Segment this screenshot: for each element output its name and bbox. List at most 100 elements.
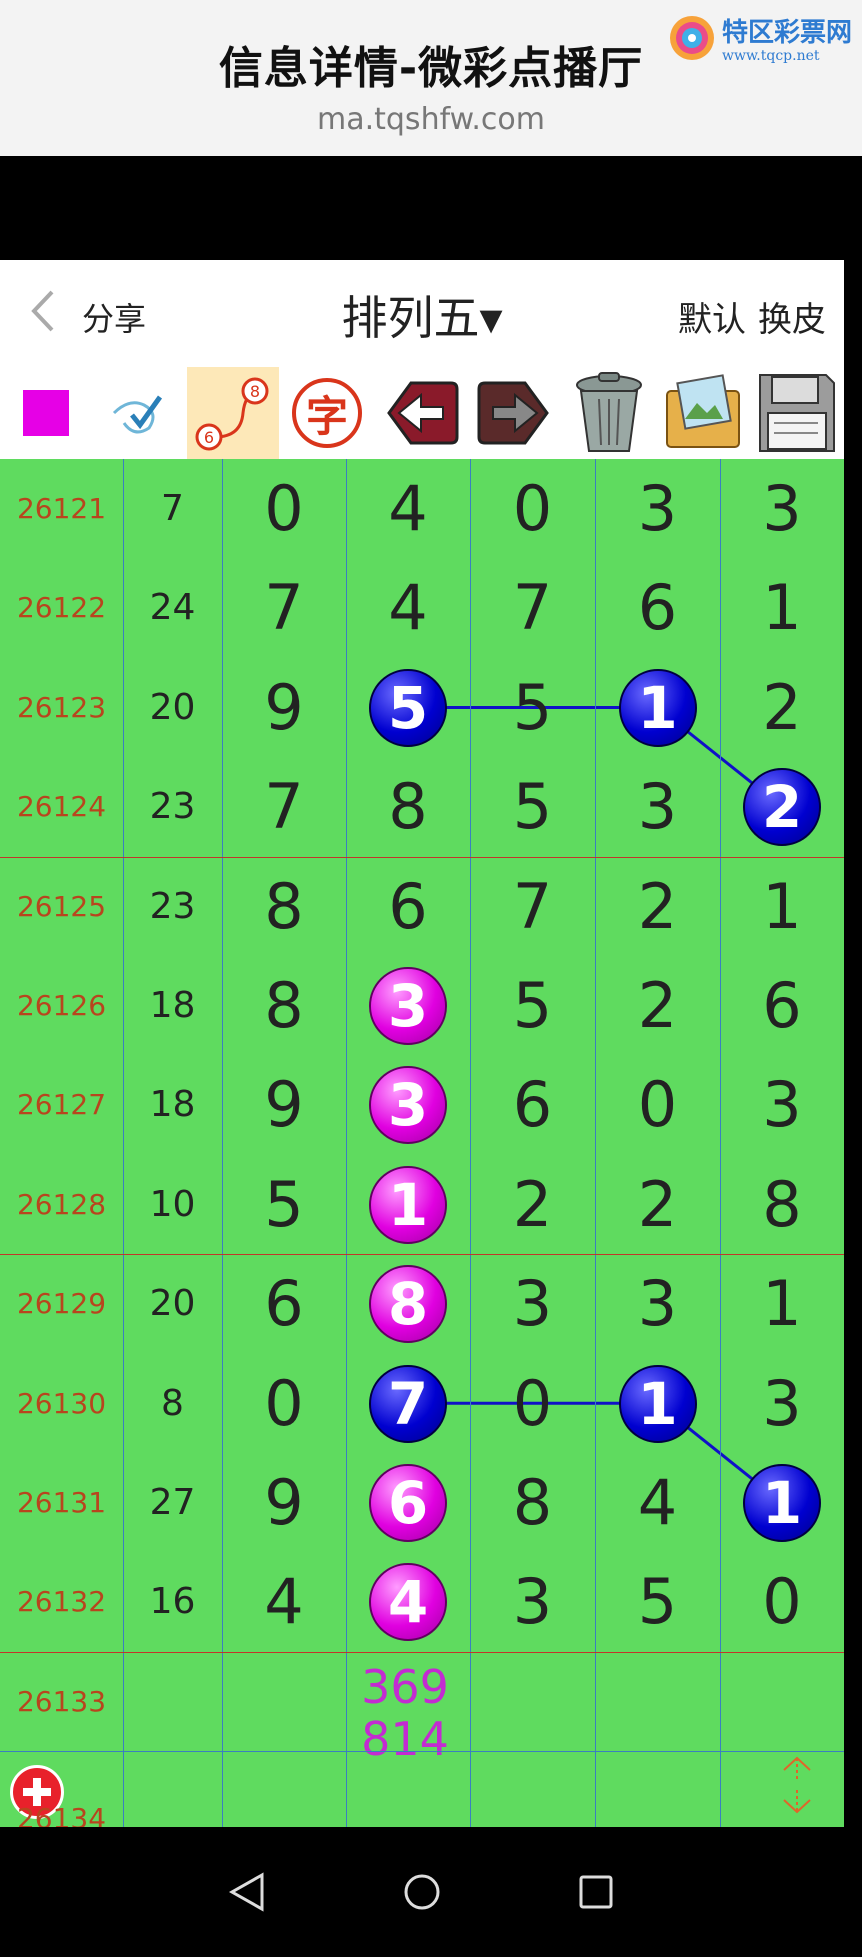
digit-cell[interactable]: 8 bbox=[470, 1453, 595, 1552]
digit-cell[interactable]: 3 bbox=[720, 1354, 844, 1453]
digit-cell[interactable] bbox=[346, 1652, 470, 1751]
digit-cell[interactable]: 0 bbox=[222, 459, 346, 558]
default-button[interactable]: 默认 bbox=[678, 300, 746, 340]
digit-cell[interactable]: 8 bbox=[720, 1155, 844, 1254]
digit-cell[interactable]: 6 bbox=[720, 956, 844, 1055]
digit-cell[interactable]: 0 bbox=[470, 459, 595, 558]
digit-cell[interactable]: 2 bbox=[720, 658, 844, 757]
trash-button[interactable] bbox=[563, 367, 655, 459]
digit-text: 4 bbox=[264, 1565, 304, 1638]
digit-cell[interactable]: 1 bbox=[720, 1254, 844, 1353]
digit-cell[interactable]: 6 bbox=[595, 558, 720, 657]
connect-line-button[interactable]: 8 6 bbox=[187, 367, 279, 459]
digit-cell[interactable]: 3 bbox=[470, 1254, 595, 1353]
home-circle-icon[interactable] bbox=[392, 1867, 452, 1917]
digit-cell[interactable]: 8 bbox=[346, 757, 470, 856]
digit-cell[interactable]: 6 bbox=[346, 857, 470, 956]
skin-button[interactable]: 换皮 bbox=[758, 300, 826, 340]
digit-cell[interactable]: 3 bbox=[595, 757, 720, 856]
photo-icon bbox=[666, 374, 740, 448]
digit-cell[interactable]: 1 bbox=[346, 1155, 470, 1254]
digit-cell[interactable]: 4 bbox=[346, 558, 470, 657]
digit-cell[interactable]: 7 bbox=[470, 857, 595, 956]
digit-cell[interactable]: 9 bbox=[222, 1055, 346, 1154]
sum-value: 24 bbox=[149, 587, 196, 628]
digit-cell[interactable]: 4 bbox=[595, 1453, 720, 1552]
pen-check-button[interactable] bbox=[93, 367, 185, 459]
digit-cell[interactable]: 5 bbox=[222, 1155, 346, 1254]
digit-cell[interactable]: 8 bbox=[222, 956, 346, 1055]
digit-cell[interactable]: 6 bbox=[346, 1453, 470, 1552]
digit-cell[interactable]: 2 bbox=[595, 857, 720, 956]
digit-cell[interactable]: 1 bbox=[595, 1354, 720, 1453]
digit-cell[interactable]: 1 bbox=[595, 658, 720, 757]
digit-cell[interactable] bbox=[595, 1652, 720, 1751]
digit-cell[interactable]: 9 bbox=[222, 658, 346, 757]
digit-cell[interactable]: 2 bbox=[720, 757, 844, 856]
digit-cell[interactable]: 3 bbox=[470, 1552, 595, 1651]
digit-cell[interactable]: 4 bbox=[346, 459, 470, 558]
digit-cell[interactable]: 3 bbox=[595, 1254, 720, 1353]
digit-cell[interactable]: 1 bbox=[720, 1453, 844, 1552]
digit-cell[interactable]: 0 bbox=[720, 1552, 844, 1651]
digit-text: 7 bbox=[264, 770, 304, 843]
digit-cell[interactable]: 7 bbox=[470, 558, 595, 657]
issue-number: 26132 bbox=[16, 1585, 107, 1618]
digit-text: 4 bbox=[388, 571, 428, 644]
digit-cell[interactable]: 3 bbox=[720, 1055, 844, 1154]
browser-header: 信息详情-微彩点播厅 ma.tqshfw.com 特区彩票网 www.tqcp.… bbox=[0, 0, 862, 156]
digit-cell[interactable]: 8 bbox=[222, 857, 346, 956]
character-button[interactable]: 字 bbox=[281, 367, 373, 459]
redo-button[interactable] bbox=[469, 367, 561, 459]
magenta-ball-marker: 3 bbox=[369, 1065, 447, 1144]
digit-cell[interactable]: 5 bbox=[470, 956, 595, 1055]
digit-cell[interactable]: 1 bbox=[720, 558, 844, 657]
digit-cell[interactable]: 7 bbox=[222, 558, 346, 657]
digit-cell[interactable]: 7 bbox=[222, 757, 346, 856]
digit-cell[interactable] bbox=[470, 1652, 595, 1751]
digit-cell[interactable]: 0 bbox=[595, 1055, 720, 1154]
digit-text: 5 bbox=[264, 1168, 304, 1241]
digit-text: 4 bbox=[388, 472, 428, 545]
undo-button[interactable] bbox=[375, 367, 467, 459]
digit-cell[interactable]: 3 bbox=[346, 1055, 470, 1154]
digit-cell[interactable]: 5 bbox=[346, 658, 470, 757]
digit-text: 0 bbox=[512, 1367, 553, 1440]
digit-text: 4 bbox=[637, 1466, 678, 1539]
digit-cell[interactable]: 0 bbox=[222, 1354, 346, 1453]
digit-cell[interactable]: 1 bbox=[720, 857, 844, 956]
digit-cell[interactable]: 2 bbox=[595, 956, 720, 1055]
digit-cell[interactable]: 5 bbox=[595, 1552, 720, 1651]
logo-swirl-icon bbox=[670, 16, 714, 60]
digit-cell[interactable]: 5 bbox=[470, 658, 595, 757]
draw-chart-grid[interactable]: 369 814 26121 7 0 4 0 3 3 26122 24 7 4 7 6 1 26123 20 9 5… bbox=[0, 459, 844, 1835]
sum-value: 23 bbox=[149, 786, 196, 827]
back-triangle-icon[interactable] bbox=[218, 1867, 278, 1917]
digit-cell[interactable]: 4 bbox=[222, 1552, 346, 1651]
digit-cell[interactable]: 2 bbox=[595, 1155, 720, 1254]
digit-cell[interactable]: 5 bbox=[470, 757, 595, 856]
digit-cell[interactable]: 6 bbox=[222, 1254, 346, 1353]
digit-cell[interactable]: 8 bbox=[346, 1254, 470, 1353]
magenta-ball-marker: 8 bbox=[369, 1264, 447, 1343]
save-button[interactable] bbox=[751, 367, 843, 459]
digit-cell[interactable] bbox=[222, 1652, 346, 1751]
digit-cell[interactable]: 0 bbox=[470, 1354, 595, 1453]
digit-cell[interactable]: 3 bbox=[346, 956, 470, 1055]
digit-text: 2 bbox=[637, 969, 678, 1042]
digit-cell[interactable]: 2 bbox=[470, 1155, 595, 1254]
digit-cell[interactable]: 7 bbox=[346, 1354, 470, 1453]
digit-cell[interactable] bbox=[720, 1652, 844, 1751]
digit-cell[interactable]: 3 bbox=[595, 459, 720, 558]
digit-text: 6 bbox=[388, 870, 428, 943]
digit-cell[interactable]: 4 bbox=[346, 1552, 470, 1651]
color-square-button[interactable] bbox=[0, 367, 92, 459]
digit-cell[interactable]: 3 bbox=[720, 459, 844, 558]
digit-cell[interactable]: 6 bbox=[470, 1055, 595, 1154]
issue-number: 26127 bbox=[16, 1088, 107, 1121]
digit-cell[interactable]: 9 bbox=[222, 1453, 346, 1552]
connect-num-top: 8 bbox=[250, 382, 260, 401]
photo-button[interactable] bbox=[657, 367, 749, 459]
recent-square-icon[interactable] bbox=[566, 1867, 626, 1917]
digit-text: 8 bbox=[512, 1466, 553, 1539]
